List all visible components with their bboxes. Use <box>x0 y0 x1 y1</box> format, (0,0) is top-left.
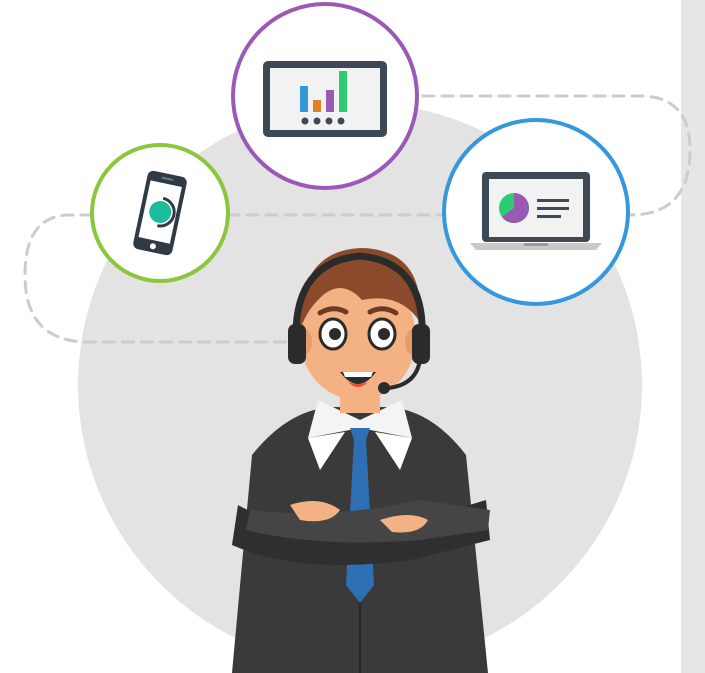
tablet-device <box>231 2 419 190</box>
laptop-device <box>442 118 630 306</box>
tablet-bar-4 <box>339 71 347 112</box>
tablet-bar-2 <box>313 100 321 112</box>
side-panel <box>681 0 705 673</box>
tablet-bar-3 <box>326 90 334 112</box>
illustration-canvas <box>0 0 705 673</box>
smartphone-device <box>90 143 230 283</box>
pie-chart-laptop-icon <box>470 172 602 250</box>
bar-chart-tablet-icon <box>263 61 387 137</box>
tablet-bar-1 <box>300 86 308 112</box>
support-illustration <box>23 0 705 673</box>
